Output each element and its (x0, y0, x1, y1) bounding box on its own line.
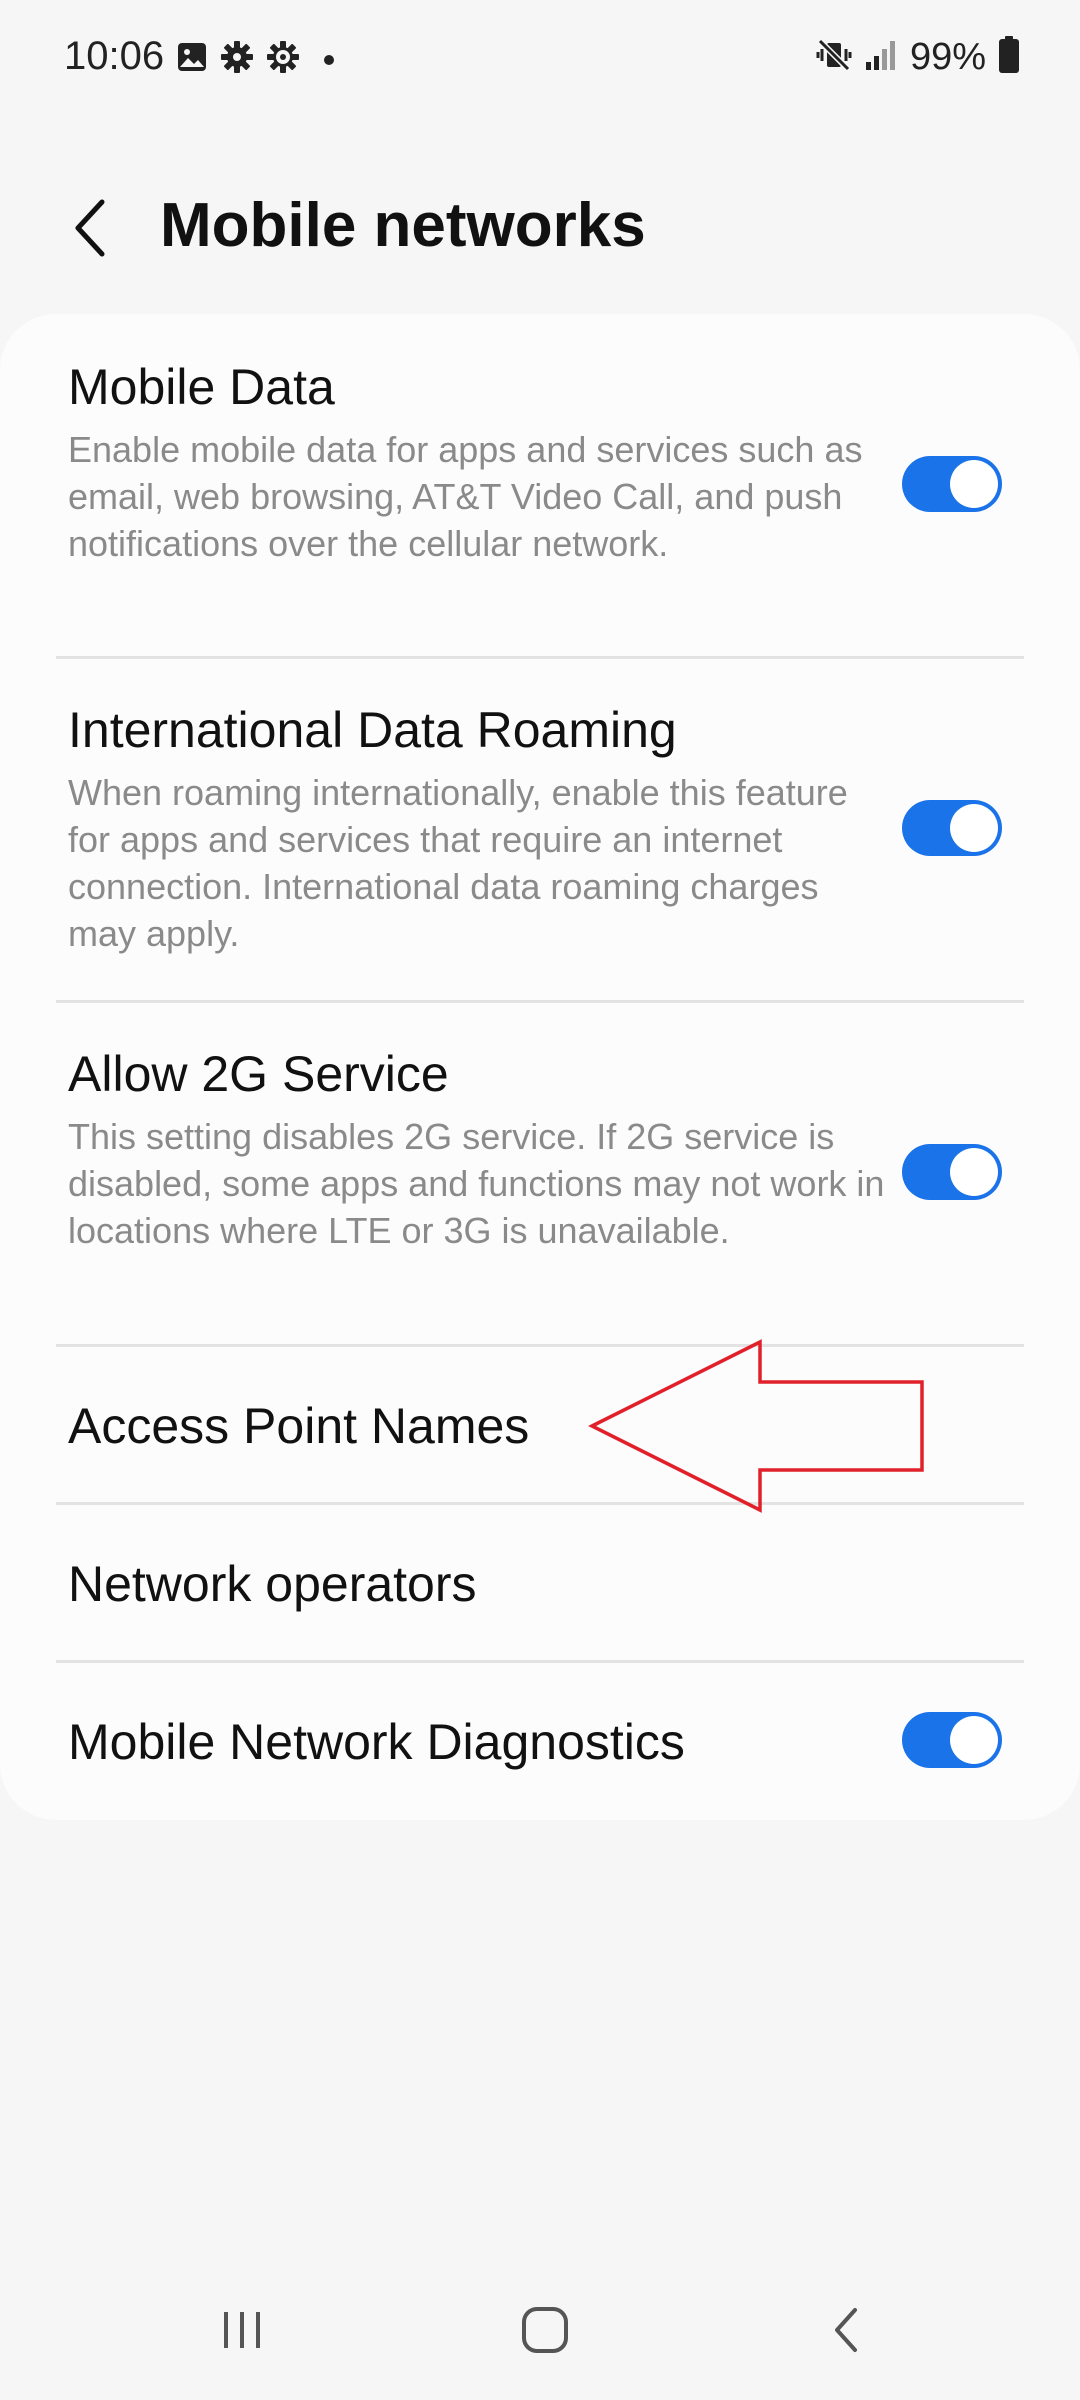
settings-icon (220, 40, 254, 79)
international-roaming-toggle[interactable] (902, 800, 1002, 856)
setting-description: When roaming internationally, enable thi… (68, 772, 848, 954)
home-icon (522, 2307, 568, 2353)
signal-icon (864, 38, 898, 77)
allow-2g-toggle[interactable] (902, 1144, 1002, 1200)
image-icon (176, 41, 208, 78)
setting-international-roaming[interactable]: International Data Roaming When roaming … (56, 659, 1024, 1001)
settings-card: Mobile Data Enable mobile data for apps … (0, 314, 1080, 1820)
nav-back-button[interactable] (787, 2280, 907, 2380)
settings-outline-icon (266, 40, 300, 79)
setting-allow-2g[interactable]: Allow 2G Service This setting disables 2… (56, 1003, 1024, 1345)
vibrate-mute-icon (816, 37, 852, 78)
page-title: Mobile networks (160, 191, 646, 260)
mobile-data-toggle[interactable] (902, 456, 1002, 512)
setting-description: This setting disables 2G service. If 2G … (68, 1116, 885, 1251)
annotation-arrow-icon (588, 1339, 924, 1513)
mobile-network-diagnostics-toggle[interactable] (902, 1712, 1002, 1768)
dot-icon (324, 54, 334, 65)
setting-network-operators[interactable]: Network operators (56, 1505, 1024, 1660)
toggle-knob (950, 460, 998, 508)
chevron-left-icon (75, 199, 105, 257)
header: Mobile networks (0, 170, 1080, 280)
setting-title: Allow 2G Service (68, 1046, 449, 1102)
back-button[interactable] (50, 188, 130, 268)
home-button[interactable] (485, 2280, 605, 2380)
setting-description: Enable mobile data for apps and services… (68, 429, 863, 564)
battery-percent: 99% (909, 36, 986, 78)
setting-title: Network operators (68, 1556, 477, 1612)
recent-apps-icon (224, 2312, 260, 2348)
battery-icon (998, 36, 1020, 79)
back-icon (835, 2308, 857, 2352)
status-icons-left (176, 40, 334, 79)
setting-mobile-network-diagnostics[interactable]: Mobile Network Diagnostics (56, 1663, 1024, 1818)
setting-title: Access Point Names (68, 1398, 530, 1454)
toggle-knob (950, 1716, 998, 1764)
toggle-knob (950, 804, 998, 852)
status-bar: 10:06 99% (0, 0, 1080, 120)
navigation-bar (0, 2270, 1080, 2400)
status-icons-right: 99% (816, 36, 1020, 79)
setting-title: Mobile Data (68, 359, 335, 415)
setting-title: International Data Roaming (68, 702, 677, 758)
toggle-knob (950, 1148, 998, 1196)
setting-mobile-data[interactable]: Mobile Data Enable mobile data for apps … (56, 314, 1024, 656)
recent-apps-button[interactable] (182, 2280, 302, 2380)
status-time: 10:06 (64, 34, 165, 78)
setting-title: Mobile Network Diagnostics (68, 1714, 685, 1770)
